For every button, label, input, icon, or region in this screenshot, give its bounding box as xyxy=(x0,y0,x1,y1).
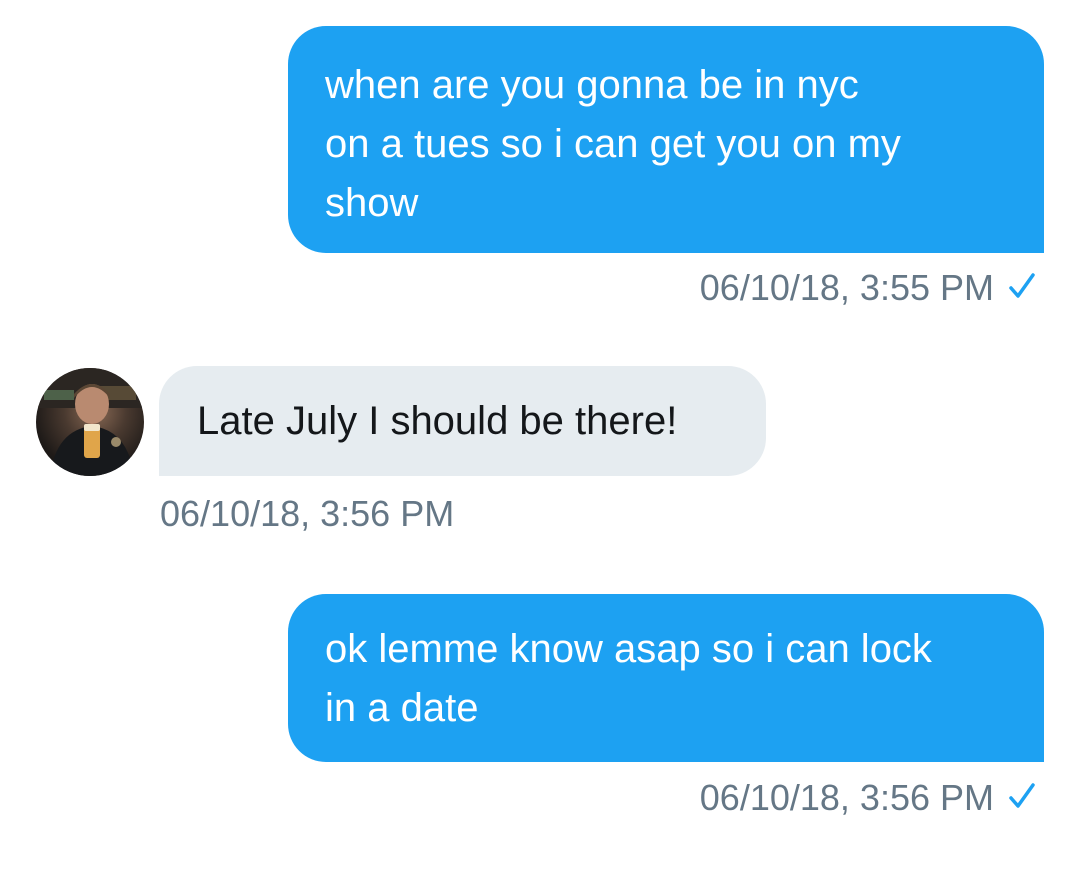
avatar[interactable] xyxy=(36,368,144,476)
message-meta-received: 06/10/18, 3:56 PM xyxy=(160,494,454,534)
message-meta-sent: 06/10/18, 3:55 PM xyxy=(700,268,1036,308)
message-timestamp: 06/10/18, 3:55 PM xyxy=(699,267,994,308)
message-timestamp: 06/10/18, 3:56 PM xyxy=(699,777,994,818)
message-timestamp: 06/10/18, 3:56 PM xyxy=(160,493,455,534)
message-bubble-sent[interactable]: when are you gonna be in nyc on a tues s… xyxy=(288,26,1044,253)
message-bubble-sent[interactable]: ok lemme know asap so i can lock in a da… xyxy=(288,594,1044,762)
checkmark-icon xyxy=(1008,268,1036,304)
message-meta-sent: 06/10/18, 3:56 PM xyxy=(700,778,1036,818)
checkmark-icon xyxy=(1008,778,1036,814)
message-bubble-received[interactable]: Late July I should be there! xyxy=(159,366,766,476)
